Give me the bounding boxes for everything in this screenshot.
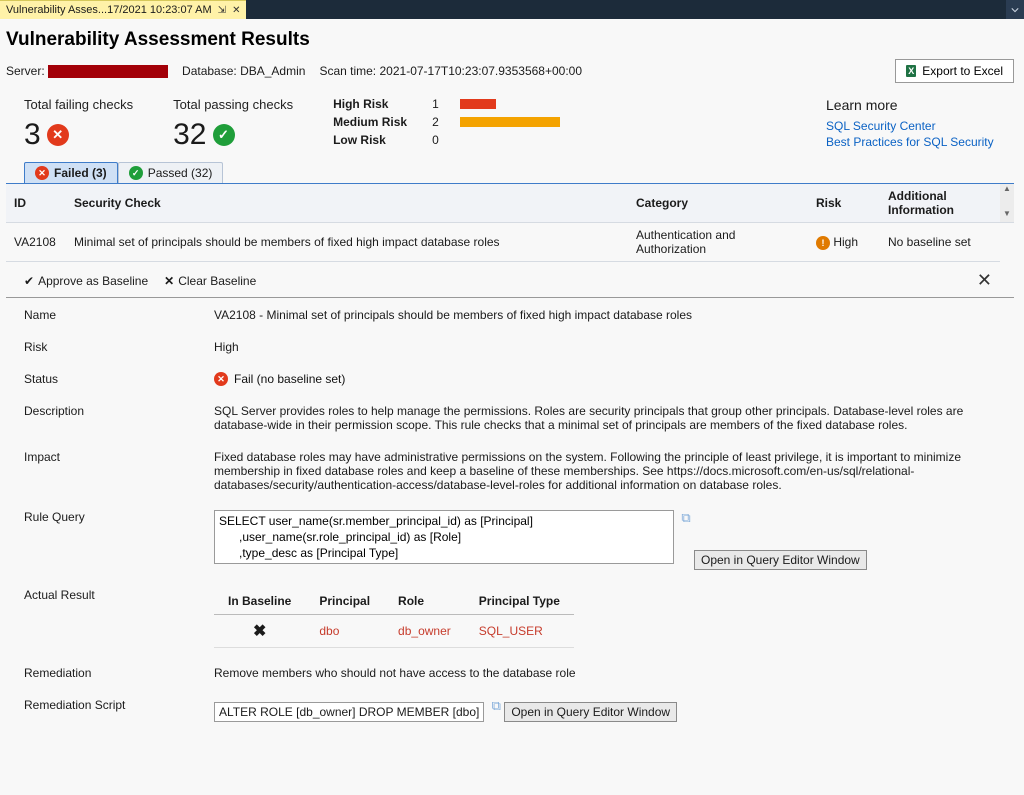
open-query-editor-button[interactable]: Open in Query Editor Window	[694, 550, 867, 570]
document-tab[interactable]: Vulnerability Asses...17/2021 10:23:07 A…	[0, 0, 246, 19]
remediation-script-textbox[interactable]: ALTER ROLE [db_owner] DROP MEMBER [dbo]	[214, 702, 484, 722]
x-icon: ✕	[164, 274, 174, 288]
approve-as-baseline-button[interactable]: ✔ Approve as Baseline	[24, 274, 148, 288]
risk-value: High	[214, 340, 996, 354]
pin-icon[interactable]: ⇲	[218, 5, 226, 16]
risk-breakdown: High Risk 1 Medium Risk 2 Low Risk 0	[333, 97, 560, 152]
page-title: Vulnerability Assessment Results	[6, 29, 1014, 51]
col-risk[interactable]: Risk	[808, 184, 880, 223]
grid-header: ID Security Check Category Risk Addition…	[6, 184, 1014, 223]
learn-more-heading: Learn more	[826, 97, 996, 113]
tab-passed[interactable]: ✓ Passed (32)	[118, 162, 224, 183]
description-value: SQL Server provides roles to help manage…	[214, 404, 996, 432]
rule-query-label: Rule Query	[24, 510, 214, 570]
results-tabstrip: ✕ Failed (3) ✓ Passed (32)	[6, 162, 1014, 184]
name-value: VA2108 - Minimal set of principals shoul…	[214, 308, 996, 322]
export-to-excel-button[interactable]: X Export to Excel	[895, 59, 1014, 83]
link-sql-security-center[interactable]: SQL Security Center	[826, 119, 996, 133]
export-label: Export to Excel	[922, 64, 1003, 78]
actual-result-label: Actual Result	[24, 588, 214, 648]
failing-checks-stat: Total failing checks 3 ✕	[24, 97, 133, 152]
status-label: Status	[24, 372, 214, 386]
fail-icon: ✕	[214, 372, 228, 386]
remediation-label: Remediation	[24, 666, 214, 680]
database-label: Database: DBA_Admin	[182, 64, 305, 78]
not-in-baseline-icon: ✖	[253, 623, 266, 640]
fail-icon: ✕	[35, 166, 49, 180]
detail-toolbar: ✔ Approve as Baseline ✕ Clear Baseline ✕	[6, 262, 1014, 298]
tab-overflow-dropdown[interactable]	[1006, 0, 1024, 19]
summary-panel: Total failing checks 3 ✕ Total passing c…	[6, 93, 1014, 162]
open-script-editor-button[interactable]: Open in Query Editor Window	[504, 702, 677, 722]
fail-icon: ✕	[47, 124, 69, 146]
col-in-baseline: In Baseline	[214, 588, 305, 615]
rule-query-textbox[interactable]	[214, 510, 674, 564]
col-role: Role	[384, 588, 465, 615]
name-label: Name	[24, 308, 214, 322]
results-grid: ID Security Check Category Risk Addition…	[6, 184, 1014, 262]
col-principal: Principal	[305, 588, 384, 615]
link-best-practices[interactable]: Best Practices for SQL Security	[826, 135, 996, 149]
clear-baseline-button[interactable]: ✕ Clear Baseline	[164, 274, 256, 288]
grid-row[interactable]: VA2108 Minimal set of principals should …	[6, 223, 1014, 262]
server-name-redacted	[48, 65, 168, 78]
learn-more-panel: Learn more SQL Security Center Best Prac…	[826, 97, 996, 152]
col-additional-info[interactable]: Additional Information	[880, 184, 1000, 223]
high-risk-icon: !	[816, 236, 830, 250]
copy-query-icon[interactable]: ⧉	[681, 510, 690, 525]
pass-icon: ✓	[213, 124, 235, 146]
passing-checks-stat: Total passing checks 32 ✓	[173, 97, 293, 152]
medium-risk-bar	[460, 117, 560, 127]
server-label: Server:	[6, 64, 168, 78]
risk-label: Risk	[24, 340, 214, 354]
impact-value: Fixed database roles may have administra…	[214, 450, 996, 492]
pass-icon: ✓	[129, 166, 143, 180]
tab-failed[interactable]: ✕ Failed (3)	[24, 162, 118, 183]
remediation-value: Remove members who should not have acces…	[214, 666, 996, 680]
col-id[interactable]: ID	[6, 184, 66, 223]
check-icon: ✔	[24, 274, 34, 288]
excel-icon: X	[906, 65, 916, 77]
document-tab-title: Vulnerability Asses...17/2021 10:23:07 A…	[6, 4, 212, 16]
col-category[interactable]: Category	[628, 184, 808, 223]
close-detail-icon[interactable]: ✕	[973, 270, 996, 291]
actual-result-row: ✖ dbo db_owner SQL_USER	[214, 615, 574, 648]
impact-label: Impact	[24, 450, 214, 492]
remediation-script-label: Remediation Script	[24, 698, 214, 722]
grid-scrollbar[interactable]: ▲▼	[1000, 184, 1014, 223]
scan-meta-row: Server: Database: DBA_Admin Scan time: 2…	[6, 59, 1014, 83]
status-value: ✕ Fail (no baseline set)	[214, 372, 996, 386]
high-risk-bar	[460, 99, 496, 109]
col-principal-type: Principal Type	[465, 588, 574, 615]
close-tab-icon[interactable]: ✕	[232, 5, 240, 16]
copy-script-icon[interactable]: ⧉	[492, 698, 501, 713]
col-security-check[interactable]: Security Check	[66, 184, 628, 223]
actual-result-table: In Baseline Principal Role Principal Typ…	[214, 588, 574, 648]
detail-panel: Name VA2108 - Minimal set of principals …	[6, 298, 1014, 736]
main-content: Vulnerability Assessment Results Server:…	[0, 19, 1024, 740]
chevron-down-icon	[1011, 6, 1019, 14]
description-label: Description	[24, 404, 214, 432]
document-tab-bar: Vulnerability Asses...17/2021 10:23:07 A…	[0, 0, 1024, 19]
scan-time-label: Scan time: 2021-07-17T10:23:07.9353568+0…	[319, 64, 582, 78]
